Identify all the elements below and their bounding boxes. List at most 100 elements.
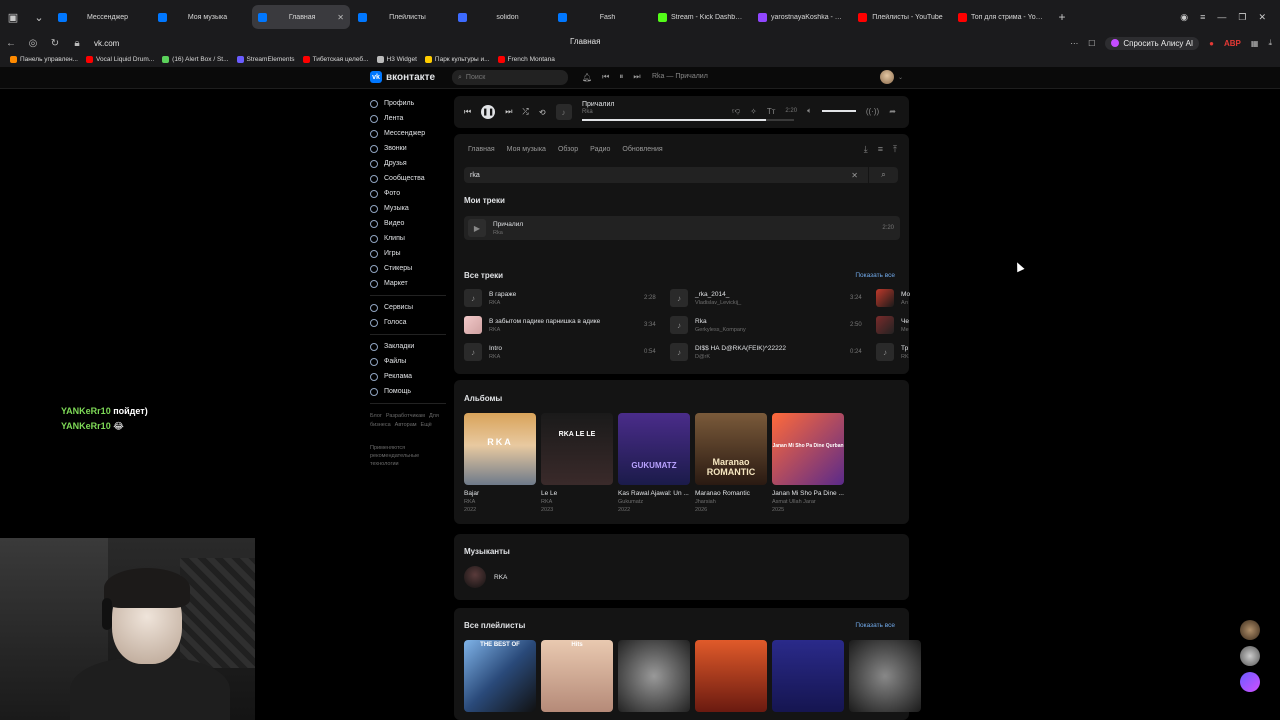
album-card[interactable]: RKA LE LE Le Le RKA 2023 [541,413,613,513]
browser-tab[interactable]: Моя музыка [152,5,250,29]
album-card[interactable]: RKA Bajar RKA 2022 [464,413,536,513]
nav-item[interactable]: Игры [370,246,450,261]
track-row[interactable]: ♪ Rka Gerkyless_Kompany [670,316,746,334]
nav-item[interactable]: Файлы [370,354,450,369]
volume-icon[interactable]: 🔈︎ [807,106,812,116]
reload-icon[interactable]: ↻ [44,38,66,49]
lyrics-icon[interactable]: Tт [767,107,776,116]
bookmark-item[interactable]: Панель управлен... [10,56,78,63]
minimize-button[interactable]: — [1217,12,1226,23]
playlist-card[interactable] [849,640,921,712]
bookmark-item[interactable]: (16) Alert Box / St... [162,56,229,63]
more-icon[interactable]: ⋯ [1070,39,1078,48]
music-app-icon[interactable] [1240,672,1260,692]
ask-alisa-button[interactable]: Спросить Алису AI [1105,36,1200,50]
extensions-icon[interactable]: ▦ [1251,39,1259,48]
bookmark-item[interactable]: H3 Widget [376,56,417,63]
sparkle-icon[interactable]: ✧ [750,107,757,116]
footer-link[interactable]: Авторам [395,422,417,428]
new-tab-button[interactable]: + [1052,7,1072,27]
show-all-tracks-link[interactable]: Показать все [855,272,895,279]
prev-icon[interactable]: ⏮ [602,72,609,82]
nav-item[interactable]: Музыка [370,201,450,216]
nav-item[interactable]: Лента [370,111,450,126]
nav-item[interactable]: Мессенджер [370,126,450,141]
url-field[interactable]: vk.com [94,39,119,48]
nav-item[interactable]: Видео [370,216,450,231]
track-row[interactable]: ♪ Intro RKA [464,343,502,361]
track-row[interactable]: Мо Ал [876,289,910,307]
close-tab-icon[interactable]: ✕ [337,13,344,22]
clear-search-icon[interactable]: ✕ [851,171,858,180]
playlist-card[interactable] [772,640,844,712]
nav-item[interactable]: Голоса [370,315,450,330]
playlist-card[interactable]: THE BEST OF [464,640,536,712]
vk-logo[interactable]: vk вконтакте [370,71,435,83]
dislike-icon[interactable]: 👎︎ [732,106,740,116]
playlist-card[interactable]: Hits [541,640,613,712]
bookmark-item[interactable]: Тибетская целеб... [302,56,369,63]
browser-tab[interactable]: Плейлисты [352,5,450,29]
bookmark-item[interactable]: Парк культуры и... [424,56,490,63]
repeat-icon[interactable]: ⟲ [539,108,546,117]
bookmark-item[interactable]: StreamElements [236,56,295,63]
extension-icon[interactable]: ● [1209,39,1214,48]
nav-item[interactable]: Профиль [370,96,450,111]
nav-item[interactable]: Стикеры [370,261,450,276]
track-row[interactable]: ♪ Тр RK [876,343,909,361]
pause-button[interactable]: ❚❚ [481,105,496,119]
avatar[interactable] [880,70,894,84]
nav-item[interactable]: Закладки [370,339,450,354]
browser-tab[interactable]: Fash [552,5,650,29]
music-tab[interactable]: Обзор [558,146,578,153]
browser-tab[interactable]: solidon [452,5,550,29]
music-tab[interactable]: Моя музыка [507,146,546,153]
browser-menu-icon[interactable]: ▣ [0,4,26,30]
playlist-card[interactable] [695,640,767,712]
avatar[interactable] [1240,620,1260,640]
music-tab[interactable]: Главная [468,146,495,153]
nav-item[interactable]: Друзья [370,156,450,171]
track-row[interactable]: ♪ _rka_2014_ Vladislav_Levickij_ [670,289,741,307]
footer-link[interactable]: Блог [370,413,382,419]
album-card[interactable]: Maranao ROMANTIC Maranao Romantic Jharsiah… [695,413,767,513]
track-row[interactable]: Че Ме [876,316,909,334]
nav-item[interactable]: Фото [370,186,450,201]
music-tab[interactable]: Обновления [622,146,662,153]
music-search-input[interactable]: rka ✕ ⌕ [464,167,898,183]
avatar[interactable] [1240,646,1260,666]
nav-item[interactable]: Сервисы [370,300,450,315]
search-icon[interactable]: ⌕ [868,167,898,183]
my-track-row[interactable]: ▶ Причалил Rka 2:20 [464,216,900,240]
browser-tab[interactable]: Главная ✕ [252,5,350,29]
close-window-button[interactable]: ✕ [1258,12,1266,23]
volume-slider[interactable] [821,110,856,112]
bookmark-icon[interactable]: ☐ [1088,39,1095,48]
tab-list-chevron-icon[interactable]: ⌄ [26,4,52,30]
nav-item[interactable]: Клипы [370,231,450,246]
pause-icon[interactable]: ⏸ [619,72,623,82]
next-track-icon[interactable]: ⏭ [505,107,512,117]
browser-tab[interactable]: Плейлисты - YouTube [852,5,950,29]
footer-link[interactable]: Разработчикам [386,413,425,419]
profile-icon[interactable]: ◉ [1180,12,1188,23]
upload-icon[interactable]: ⤒ [893,144,897,155]
page-security-icon[interactable]: ◎ [22,38,44,49]
browser-tab[interactable]: yarostnayaKoshka - Twitch [752,5,850,29]
next-icon[interactable]: ⏭ [633,72,640,82]
player-track-info[interactable]: Причалил Rka [582,101,614,115]
footer-link[interactable]: Ещё [421,422,432,428]
share-icon[interactable]: ➦ [889,107,896,116]
show-all-playlists-link[interactable]: Показать все [855,622,895,629]
bookmark-item[interactable]: French Montana [497,56,555,63]
restore-button[interactable]: ❐ [1238,12,1246,23]
play-icon[interactable]: ▶ [468,219,486,237]
nav-item[interactable]: Звонки [370,141,450,156]
bell-icon[interactable]: 🔔︎ [582,73,592,82]
previous-track-icon[interactable]: ⏮ [464,107,471,117]
download-icon[interactable]: ⤓ [1268,38,1272,48]
track-row[interactable]: ♪ В гараже RKA [464,289,516,307]
album-card[interactable]: Janan Mi Sho Pa Dine Qurban Janan Mi Sho … [772,413,844,513]
bookmark-item[interactable]: Vocal Liquid Drum... [85,56,154,63]
chevron-down-icon[interactable]: ⌄ [898,74,903,81]
